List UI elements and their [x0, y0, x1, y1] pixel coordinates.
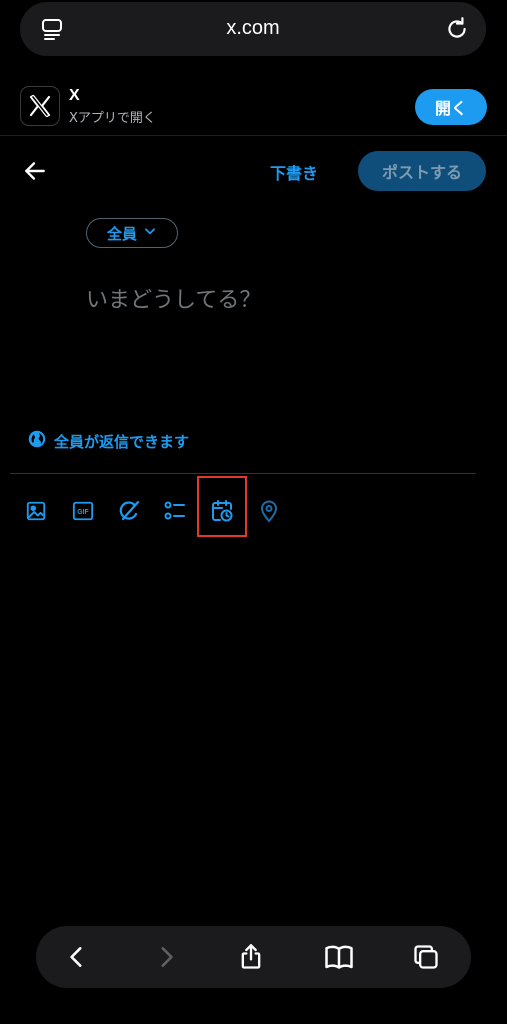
- address-text[interactable]: x.com: [20, 17, 486, 40]
- reply-setting[interactable]: 全員が返信できます: [28, 430, 189, 452]
- poll-icon[interactable]: [162, 498, 188, 524]
- post-button[interactable]: ポストする: [358, 151, 486, 191]
- reply-setting-label: 全員が返信できます: [54, 432, 190, 451]
- address-bar[interactable]: x.com: [20, 2, 486, 56]
- globe-icon: [28, 430, 46, 452]
- reload-icon[interactable]: [444, 16, 470, 42]
- share-icon[interactable]: [236, 942, 266, 972]
- post-text-input[interactable]: いまどうしてる？: [86, 282, 466, 314]
- highlight-box: [197, 476, 247, 537]
- open-app-button[interactable]: 開く: [415, 89, 487, 125]
- svg-text:GIF: GIF: [77, 509, 88, 516]
- app-subtitle: Xアプリで開く: [69, 111, 156, 126]
- back-arrow-icon[interactable]: [22, 158, 48, 184]
- image-icon[interactable]: [23, 498, 49, 524]
- gif-icon[interactable]: GIF: [70, 498, 96, 524]
- app-name: X: [69, 87, 80, 104]
- back-icon[interactable]: [62, 942, 92, 972]
- bookmarks-icon[interactable]: [324, 942, 354, 972]
- drafts-link[interactable]: 下書き: [270, 160, 318, 184]
- chevron-down-icon: [143, 224, 157, 242]
- divider: [10, 473, 476, 474]
- audience-selector[interactable]: 全員: [86, 218, 178, 248]
- grok-icon[interactable]: [116, 498, 142, 524]
- x-logo-icon: [20, 86, 60, 126]
- app-banner: X Xアプリで開く 開く: [0, 76, 507, 136]
- tabs-icon[interactable]: [411, 942, 441, 972]
- browser-bottom-bar: [36, 926, 471, 988]
- audience-label: 全員: [106, 224, 137, 243]
- forward-icon[interactable]: [151, 942, 181, 972]
- location-icon[interactable]: [256, 498, 282, 524]
